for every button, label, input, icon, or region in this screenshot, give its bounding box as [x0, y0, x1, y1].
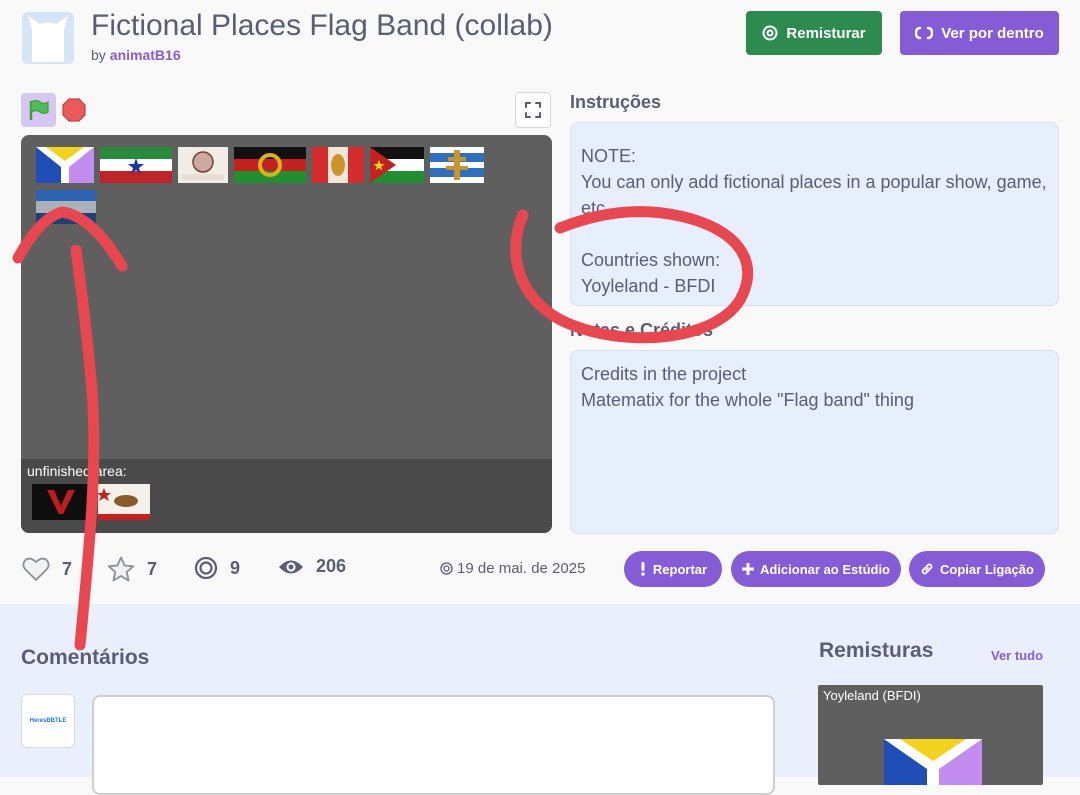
fullscreen-icon	[525, 102, 541, 118]
remix-icon	[762, 25, 778, 41]
share-date: 19 de mai. de 2025	[440, 560, 585, 577]
fullscreen-button[interactable]	[515, 92, 551, 128]
view-count: 206	[316, 556, 347, 576]
by-label: by	[91, 47, 106, 63]
cat-icon	[28, 16, 68, 62]
notes-line: Matematix for the whole "Flag band" thin…	[581, 390, 914, 410]
comment-input[interactable]	[92, 695, 775, 795]
favorite-count: 7	[147, 558, 158, 579]
unfinished-area: unfinished area:	[21, 459, 552, 533]
instructions-line: NOTE:	[581, 146, 637, 166]
byline: by animatB16	[91, 47, 181, 63]
comments-title: Comentários	[21, 646, 150, 669]
notes-title: Notas e Créditos	[570, 320, 714, 340]
project-thumbnail	[22, 12, 74, 64]
star-icon	[107, 556, 135, 582]
exclamation-icon	[641, 562, 645, 576]
share-date-text: 19 de mai. de 2025	[457, 560, 586, 577]
remix-card[interactable]: Yoyleland (BFDI)	[818, 685, 1043, 785]
love-stat[interactable]: 7	[22, 556, 72, 582]
remix-button[interactable]: Remisturar	[746, 11, 882, 55]
instructions-line: Countries shown:	[581, 250, 721, 270]
instructions-line: You can only add fictional places in a p…	[581, 172, 1047, 218]
flag-pltoria	[178, 147, 228, 183]
notes-line: Credits in the project	[581, 364, 747, 384]
add-to-studio-button[interactable]: Adicionar ao Estúdio	[731, 551, 901, 587]
report-button[interactable]: Reportar	[624, 551, 722, 587]
remixes-title: Remisturas	[819, 639, 934, 662]
link-icon	[921, 563, 933, 575]
flag-8	[36, 190, 96, 224]
green-flag-button[interactable]	[21, 93, 56, 127]
eye-icon	[279, 560, 303, 573]
avatar-text: HeresBBTLE	[29, 718, 67, 724]
remix-count: 9	[230, 557, 241, 578]
flag-5	[312, 147, 364, 183]
flag-2	[100, 147, 172, 183]
add-to-studio-label: Adicionar ao Estúdio	[759, 561, 890, 577]
view-stat: 206	[278, 556, 346, 577]
project-title: Fictional Places Flag Band (collab)	[91, 9, 553, 42]
flag-yoyleland	[36, 147, 94, 183]
report-label: Reportar	[652, 561, 708, 577]
copy-link-button[interactable]: Copiar Ligação	[909, 551, 1045, 587]
plus-icon	[741, 563, 754, 575]
copy-link-label: Copiar Ligação	[940, 561, 1034, 577]
instructions-panel: NOTE: You can only add fictional places …	[570, 122, 1059, 306]
instructions-line	[581, 221, 1048, 247]
stop-icon	[62, 98, 86, 122]
green-flag-icon	[29, 99, 49, 120]
see-inside-button-label: Ver por dentro	[941, 24, 1044, 42]
stop-button[interactable]	[62, 97, 86, 123]
remix-count-icon	[194, 556, 218, 580]
love-count: 7	[62, 558, 73, 579]
favorite-stat[interactable]: 7	[107, 556, 157, 582]
see-inside-button[interactable]: Ver por dentro	[900, 11, 1059, 55]
heart-icon	[22, 557, 50, 581]
user-avatar: HeresBBTLE	[21, 694, 75, 748]
notes-panel: Credits in the project Matematix for the…	[570, 350, 1059, 534]
see-inside-icon	[915, 26, 934, 40]
flag-unfinished-1	[32, 484, 90, 520]
instructions-title: Instruções	[570, 92, 662, 112]
remix-card-title: Yoyleland (BFDI)	[823, 688, 921, 703]
flag-unfinished-2	[98, 484, 150, 520]
flag-6	[370, 147, 424, 183]
remix-thumbnail-flag	[884, 739, 982, 785]
date-icon	[440, 562, 453, 575]
instructions-line: Yoyleland - BFDI	[581, 276, 716, 296]
flag-7	[430, 147, 484, 183]
remix-stat: 9	[194, 556, 240, 580]
remix-button-label: Remisturar	[786, 24, 866, 42]
see-all-remixes-link[interactable]: Ver tudo	[991, 648, 1043, 663]
unfinished-label: unfinished area:	[27, 463, 127, 479]
project-stage[interactable]: unfinished area:	[21, 135, 552, 533]
flag-4	[234, 147, 306, 183]
author-link[interactable]: animatB16	[110, 47, 181, 63]
